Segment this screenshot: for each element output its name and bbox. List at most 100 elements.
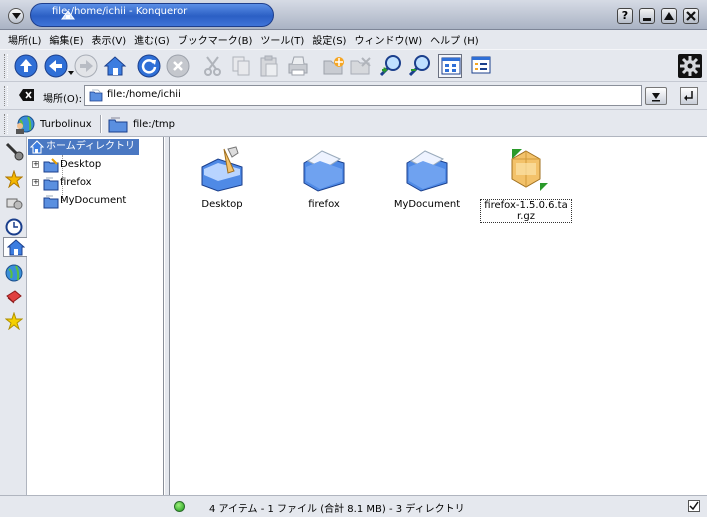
new-folder-button[interactable]	[322, 54, 346, 78]
location-bar: 場所(O):	[0, 82, 707, 110]
tab-history[interactable]	[4, 217, 24, 237]
tab-network[interactable]	[4, 263, 24, 283]
go-button[interactable]	[680, 87, 698, 105]
clear-location-button[interactable]	[19, 88, 35, 102]
home-icon	[30, 140, 44, 154]
clock-icon	[5, 218, 23, 236]
expand-icon[interactable]: +	[32, 179, 39, 186]
tree-item-label: MyDocument	[60, 195, 127, 206]
tree-item-label: Desktop	[60, 159, 102, 170]
archive-icon	[502, 145, 550, 193]
file-item-desktop[interactable]: Desktop	[174, 145, 270, 210]
toolbar-grip[interactable]	[4, 86, 8, 106]
menu-location[interactable]: 場所(L)	[8, 32, 41, 47]
expand-icon[interactable]: +	[32, 161, 39, 168]
up-button[interactable]	[14, 54, 38, 78]
stop-button[interactable]	[166, 54, 190, 78]
back-button[interactable]	[44, 54, 68, 78]
tab-root-folder[interactable]	[4, 287, 24, 307]
folder-icon	[89, 89, 103, 102]
star-icon	[5, 170, 23, 188]
cut-button[interactable]	[201, 54, 225, 78]
detail-view-button[interactable]	[469, 54, 493, 78]
toolbar-grip[interactable]	[4, 114, 8, 134]
zoom-in-icon	[379, 55, 401, 77]
menu-view[interactable]: 表示(V)	[92, 32, 127, 47]
zoom-out-button[interactable]	[408, 54, 432, 78]
globe-icon	[5, 264, 23, 282]
connection-status-icon	[174, 501, 185, 512]
folder-delete-icon	[350, 57, 371, 75]
bookmark-toolbar: Turbolinux file:/tmp	[0, 110, 707, 137]
folder-icon	[43, 177, 59, 191]
home-button[interactable]	[103, 54, 127, 78]
clear-icon	[19, 89, 34, 101]
toolbar-grip[interactable]	[4, 54, 8, 78]
file-item-mydocument[interactable]: MyDocument	[379, 145, 475, 210]
folder-icon	[300, 145, 348, 193]
location-field[interactable]	[84, 85, 642, 106]
tree-root-home[interactable]: ホームディレクトリ	[28, 139, 139, 155]
arrow-left-icon	[44, 54, 68, 78]
devices-icon	[6, 198, 23, 210]
tab-favorites[interactable]	[4, 311, 24, 331]
zoom-in-button[interactable]	[379, 54, 403, 78]
maximize-button[interactable]	[661, 8, 677, 24]
minimize-button[interactable]	[639, 8, 655, 24]
paste-button[interactable]	[257, 54, 281, 78]
return-icon	[684, 91, 693, 101]
copy-button[interactable]	[229, 54, 253, 78]
paste-icon	[260, 55, 278, 77]
tab-devices[interactable]	[4, 193, 24, 213]
close-button[interactable]	[683, 8, 699, 24]
close-icon	[686, 11, 696, 21]
tab-home-folder[interactable]	[3, 237, 27, 257]
chevron-down-icon	[12, 13, 21, 19]
forward-button[interactable]	[74, 54, 98, 78]
menu-settings[interactable]: 設定(S)	[312, 32, 346, 47]
tree-item-desktop[interactable]: + Desktop	[32, 157, 101, 173]
activity-indicator	[678, 54, 702, 78]
icon-view-button[interactable]	[438, 54, 462, 78]
link-view-checkbox[interactable]	[688, 500, 700, 512]
menu-tools[interactable]: ツール(T)	[260, 32, 304, 47]
window-title: file:/home/ichii - Konqueror	[52, 6, 188, 17]
reload-button[interactable]	[137, 54, 161, 78]
bookmark-label: file:/tmp	[133, 118, 175, 130]
location-input[interactable]	[107, 89, 627, 100]
help-button[interactable]: ?	[617, 8, 633, 24]
file-item-firefox-archive[interactable]: firefox-1.5.0.6.tar.gz	[476, 145, 576, 223]
main-toolbar	[0, 49, 707, 82]
tree-item-mydocument[interactable]: MyDocument	[32, 193, 126, 209]
tree-item-label: firefox	[60, 177, 92, 188]
tab-bookmarks[interactable]	[4, 169, 24, 189]
file-name: firefox-1.5.0.6.tar.gz	[480, 199, 572, 223]
list-view-icon	[471, 56, 491, 74]
bookmark-tmp[interactable]: file:/tmp	[108, 114, 175, 134]
desktop-folder-icon	[198, 145, 246, 193]
print-button[interactable]	[286, 54, 310, 78]
tab-services[interactable]	[3, 140, 25, 162]
arrow-up-icon	[14, 54, 38, 78]
tree-item-firefox[interactable]: + firefox	[32, 175, 92, 191]
bookmark-separator	[100, 115, 102, 133]
file-view: Desktop firefox MyDocument firefox-1.5.0…	[170, 137, 707, 495]
file-item-firefox[interactable]: firefox	[276, 145, 372, 210]
delete-button[interactable]	[349, 54, 373, 78]
menu-window[interactable]: ウィンドウ(W)	[354, 32, 422, 47]
menu-edit[interactable]: 編集(E)	[49, 32, 83, 47]
gear-icon	[680, 56, 700, 76]
reload-icon	[137, 54, 161, 78]
location-label: 場所(O):	[43, 94, 83, 105]
menu-go[interactable]: 進む(G)	[134, 32, 170, 47]
icon-view-icon	[441, 57, 461, 75]
location-history-dropdown[interactable]	[645, 87, 667, 105]
menu-bookmarks[interactable]: ブックマーク(B)	[178, 32, 253, 47]
status-bar: 4 アイテム - 1 ファイル (合計 8.1 MB) - 3 ディレクトリ	[0, 495, 707, 517]
star-icon	[5, 312, 23, 330]
file-name: Desktop	[201, 199, 243, 210]
window-menu-button[interactable]	[8, 8, 24, 24]
bookmark-turbolinux[interactable]: Turbolinux	[14, 114, 92, 134]
folder-new-icon	[323, 57, 344, 75]
menu-help[interactable]: ヘルプ (H)	[430, 32, 479, 47]
